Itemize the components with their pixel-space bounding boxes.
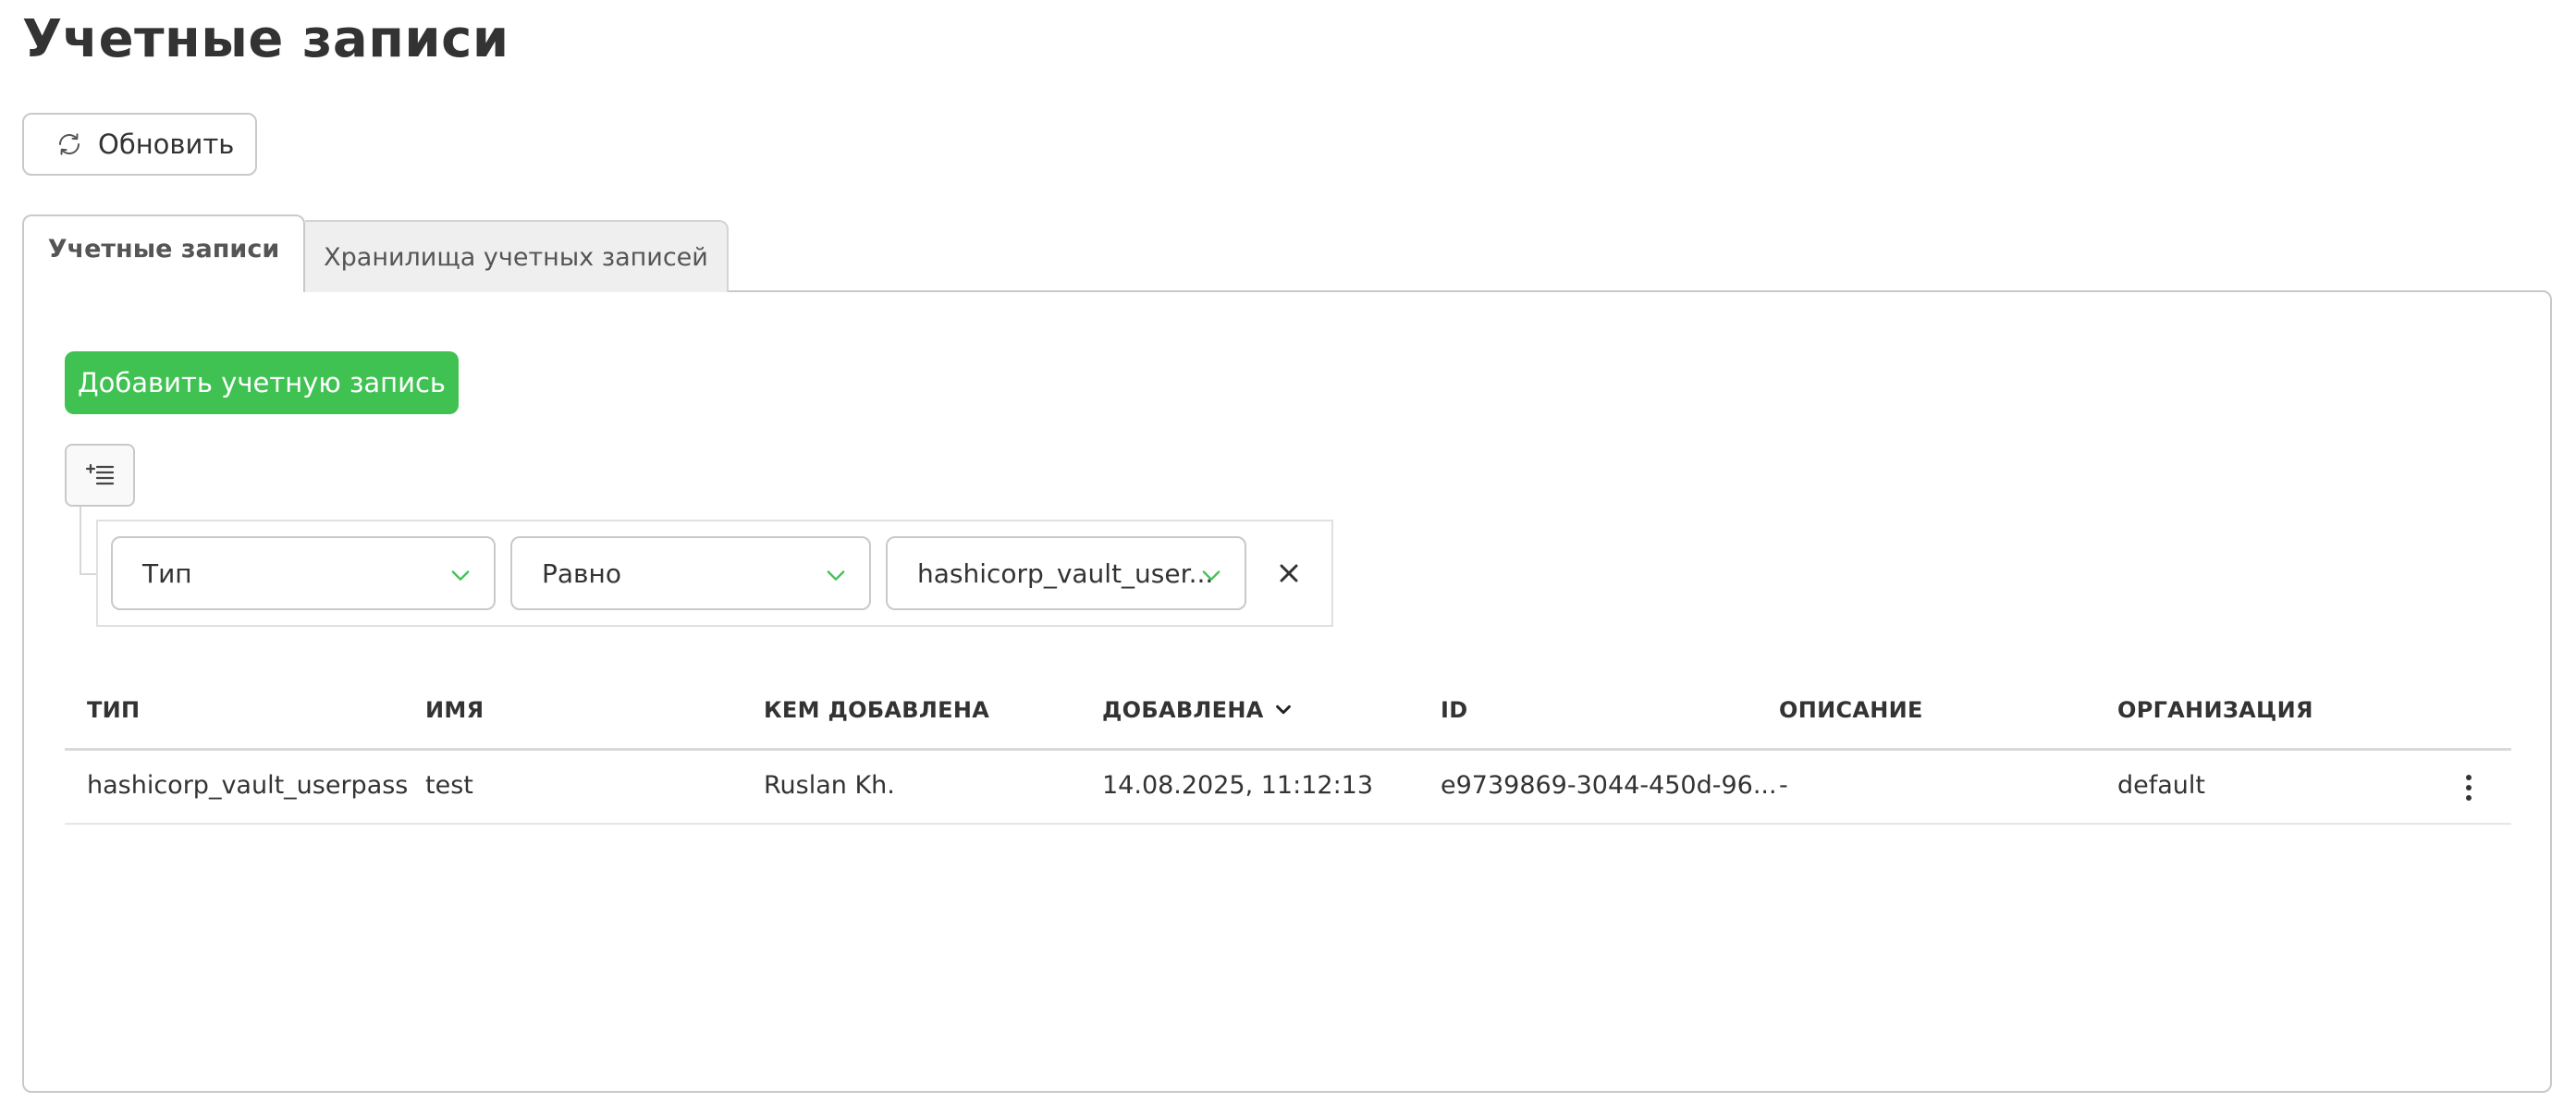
tab-accounts[interactable]: Учетные записи bbox=[22, 214, 305, 292]
cell-type: hashicorp_vault_userpass bbox=[87, 771, 409, 800]
filter-value-select[interactable]: hashicorp_vault_user... bbox=[886, 536, 1246, 610]
cell-id: e9739869-3044-450d-96... bbox=[1441, 771, 1777, 800]
filter-field-value: Тип bbox=[142, 558, 192, 589]
filter-operator-value: Равно bbox=[542, 558, 621, 589]
cell-name: test bbox=[425, 771, 473, 800]
cell-organization: default bbox=[2117, 771, 2206, 800]
chevron-down-icon bbox=[823, 562, 849, 588]
chevron-down-icon bbox=[1198, 562, 1224, 588]
refresh-icon bbox=[55, 130, 83, 158]
table-row[interactable]: hashicorp_vault_userpass test Ruslan Kh.… bbox=[65, 751, 2511, 825]
tab-account-vaults[interactable]: Хранилища учетных записей bbox=[305, 220, 729, 292]
row-actions-button[interactable] bbox=[2450, 769, 2487, 806]
column-header-added-label: ДОБАВЛЕНА bbox=[1102, 697, 1264, 723]
refresh-button[interactable]: Обновить bbox=[22, 113, 257, 176]
column-header-id[interactable]: ID bbox=[1441, 697, 1467, 723]
column-header-organization[interactable]: ОРГАНИЗАЦИЯ bbox=[2117, 697, 2313, 723]
cell-added-by: Ruslan Kh. bbox=[764, 771, 895, 800]
more-vertical-icon bbox=[2464, 774, 2473, 802]
accounts-table: ТИП ИМЯ КЕМ ДОБАВЛЕНА ДОБАВЛЕНА ID ОПИСА… bbox=[65, 675, 2511, 825]
remove-filter-button[interactable] bbox=[1270, 555, 1307, 592]
column-header-description[interactable]: ОПИСАНИЕ bbox=[1779, 697, 1923, 723]
column-header-type[interactable]: ТИП bbox=[87, 697, 140, 723]
add-filter-icon bbox=[84, 461, 116, 489]
chevron-down-icon bbox=[448, 562, 473, 588]
filter-value-text: hashicorp_vault_user... bbox=[917, 558, 1214, 589]
column-header-added[interactable]: ДОБАВЛЕНА bbox=[1102, 697, 1294, 723]
close-icon bbox=[1278, 562, 1300, 584]
refresh-button-label: Обновить bbox=[98, 129, 235, 160]
add-filter-button[interactable] bbox=[65, 444, 135, 507]
column-header-added-by[interactable]: КЕМ ДОБАВЛЕНА bbox=[764, 697, 989, 723]
filter-field-select[interactable]: Тип bbox=[111, 536, 496, 610]
cell-added: 14.08.2025, 11:12:13 bbox=[1102, 771, 1374, 800]
add-account-button[interactable]: Добавить учетную запись bbox=[65, 351, 459, 414]
sort-desc-icon bbox=[1273, 700, 1294, 720]
filter-operator-select[interactable]: Равно bbox=[510, 536, 871, 610]
page-title: Учетные записи bbox=[22, 9, 509, 69]
filter-tree-connector bbox=[80, 507, 98, 575]
column-header-name[interactable]: ИМЯ bbox=[425, 697, 484, 723]
table-header: ТИП ИМЯ КЕМ ДОБАВЛЕНА ДОБАВЛЕНА ID ОПИСА… bbox=[65, 675, 2511, 751]
cell-description: - bbox=[1779, 771, 1788, 800]
